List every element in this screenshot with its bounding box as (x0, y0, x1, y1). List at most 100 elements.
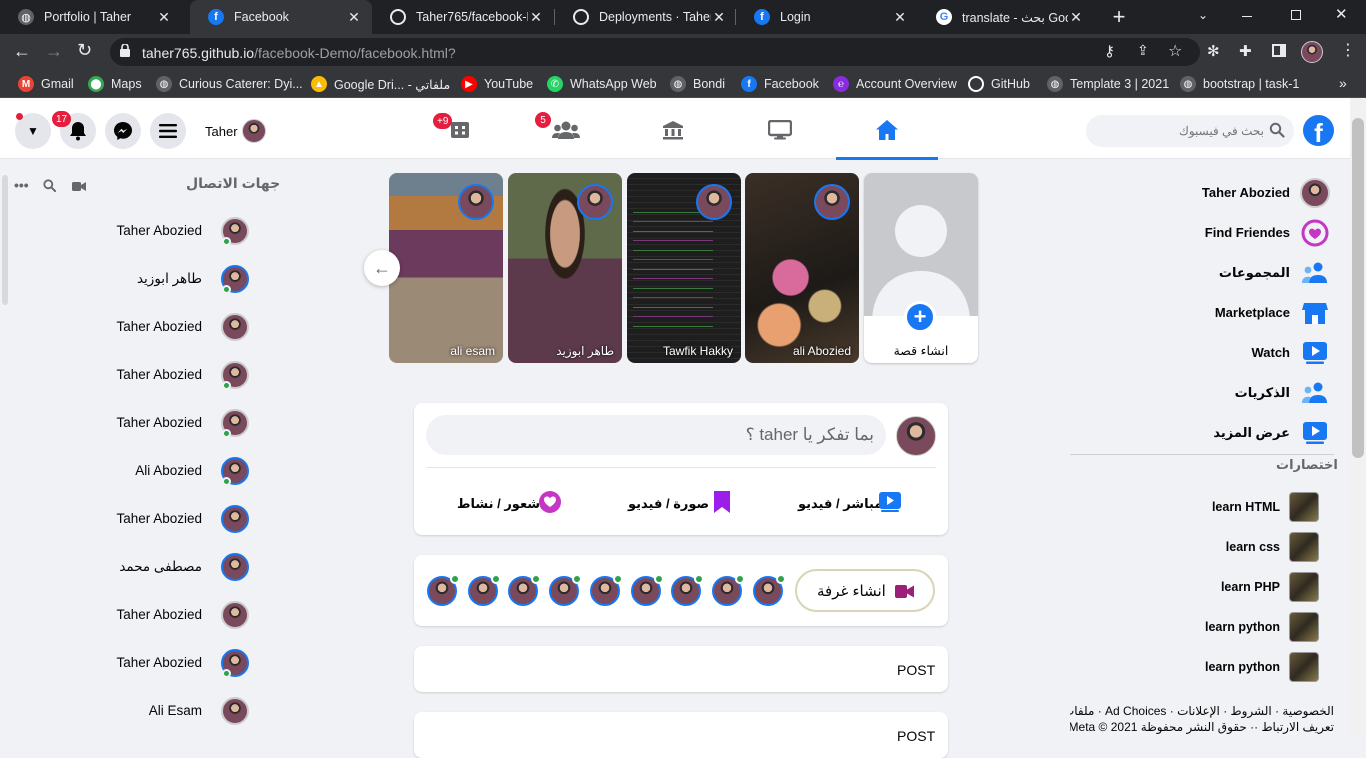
photo-icon[interactable] (710, 490, 734, 514)
create-story-card[interactable]: + انشاء قصة (864, 173, 978, 363)
menu-button[interactable] (150, 113, 186, 149)
close-tab-icon[interactable]: ✕ (156, 9, 172, 26)
restore-button[interactable] (1291, 10, 1301, 20)
browser-tab[interactable]: ◍ Portfolio | Taher ✕ (0, 0, 182, 34)
contact-item[interactable]: Taher Abozied (0, 497, 260, 541)
sidebar-item[interactable]: عرض المزيد (1080, 413, 1340, 453)
contact-item[interactable]: Ali Abozied (0, 449, 260, 493)
sidebar-item[interactable]: الذكريات (1080, 373, 1340, 413)
more-bookmarks-icon[interactable]: » (1339, 75, 1347, 91)
shortcut-item[interactable]: learn PHP (1080, 567, 1340, 607)
browser-tab[interactable]: Taher765/facebook-De✕ (372, 0, 554, 34)
sidebar-item[interactable]: Taher Abozied (1080, 173, 1340, 213)
contact-item[interactable]: طاهر ابوزيد (0, 257, 260, 301)
room-friend-avatar[interactable] (752, 574, 786, 606)
composer-action-label[interactable]: شعور / نشاط (457, 496, 540, 512)
share-icon[interactable]: ⇪ (1137, 42, 1149, 59)
contact-item[interactable]: Taher Abozied (0, 593, 260, 637)
bookmark-item[interactable]: ◍ Template 3 | 2021 (1047, 76, 1169, 92)
lock-icon[interactable] (120, 43, 130, 57)
bookmark-item[interactable]: ▲ Google Dri... - ملفاتي (311, 76, 450, 92)
room-friend-avatar[interactable] (427, 574, 460, 606)
room-friend-avatar[interactable] (711, 574, 745, 606)
more-dots-icon[interactable]: ••• (14, 177, 29, 193)
bookmark-item[interactable]: f Facebook (741, 76, 819, 92)
page-scrollbar-thumb[interactable] (1352, 118, 1364, 458)
url-text[interactable]: taher765.github.io/facebook-Demo/faceboo… (142, 45, 456, 61)
composer-input[interactable]: بما تفكر يا taher ؟ (426, 415, 886, 455)
sidebar-item[interactable]: Marketplace (1080, 293, 1340, 333)
minimize-button[interactable] (1242, 16, 1252, 17)
sidebar-item[interactable]: المجموعات (1080, 253, 1340, 293)
key-icon[interactable]: ⚷ (1104, 42, 1115, 60)
room-friend-avatar[interactable] (467, 574, 501, 606)
shortcut-item[interactable]: learn python (1080, 647, 1340, 687)
bookmark-item[interactable]: ◍ Curious Caterer: Dyi... (156, 76, 303, 92)
bookmark-item[interactable]: M Gmail (18, 76, 74, 92)
room-friend-avatar[interactable] (508, 574, 542, 606)
room-friend-avatar[interactable] (549, 574, 583, 606)
extension-icon[interactable]: ✻ (1207, 42, 1220, 60)
contact-item[interactable]: Taher Abozied (0, 305, 260, 349)
new-tab-button[interactable]: + (1108, 5, 1130, 29)
live-video-icon[interactable] (878, 490, 902, 514)
bookmark-star-icon[interactable]: ☆ (1168, 41, 1182, 61)
back-arrow-icon[interactable]: ← (13, 41, 31, 62)
browser-tab[interactable]: f Login ✕ (736, 0, 918, 34)
bookmark-item[interactable]: ▶ YouTube (461, 76, 533, 92)
close-tab-icon[interactable]: ✕ (1068, 9, 1084, 26)
forward-arrow-icon[interactable]: → (45, 41, 63, 62)
puzzle-icon[interactable]: ✚ (1239, 42, 1252, 60)
profile-avatar[interactable] (1301, 41, 1323, 63)
add-story-plus-icon[interactable]: + (904, 301, 936, 333)
bookmark-item[interactable]: ◍ Bondi (670, 76, 725, 92)
contacts-search-icon[interactable] (43, 179, 57, 193)
close-window-button[interactable]: ✕ (1335, 5, 1348, 23)
close-tab-icon[interactable]: ✕ (346, 9, 362, 26)
shortcut-item[interactable]: learn python (1080, 607, 1340, 647)
nav-watch[interactable] (760, 112, 800, 148)
browser-tab[interactable]: Deployments · Taher7t✕ (555, 0, 737, 34)
nav-groups[interactable] (546, 112, 586, 148)
header-user-avatar[interactable] (242, 119, 266, 143)
feeling-icon[interactable] (538, 490, 562, 514)
contact-item[interactable]: Taher Abozied (0, 209, 260, 253)
bookmark-item[interactable]: ◍ bootstrap | task-1 (1180, 76, 1299, 92)
bookmark-item[interactable]: ℮ Account Overview (833, 76, 957, 92)
story-card[interactable]: ali esam (389, 173, 503, 363)
bookmark-item[interactable]: GitHub (968, 76, 1030, 92)
contact-item[interactable]: Taher Abozied (0, 401, 260, 445)
contact-item[interactable]: مصطفى محمد (0, 545, 260, 589)
story-card[interactable]: ali Abozied (745, 173, 859, 363)
sidebar-item[interactable]: Find Friendes (1080, 213, 1340, 253)
nav-marketplace[interactable] (653, 112, 693, 148)
story-card[interactable]: طاهر ابوزيد (508, 173, 622, 363)
room-friend-avatar[interactable] (671, 574, 705, 606)
bookmark-item[interactable]: ✆ WhatsApp Web (547, 76, 657, 92)
room-friend-avatar[interactable] (630, 574, 664, 606)
composer-action-label[interactable]: مباشر / فيديو (798, 496, 882, 512)
shortcut-item[interactable]: learn HTML (1080, 487, 1340, 527)
stories-scroll-left-button[interactable]: ← (364, 250, 400, 286)
contact-item[interactable]: Ali Esam (0, 689, 260, 733)
close-tab-icon[interactable]: ✕ (892, 9, 908, 26)
room-friend-avatar[interactable] (589, 574, 623, 606)
story-card[interactable]: Tawfik Hakky (627, 173, 741, 363)
facebook-logo-icon[interactable]: f (1303, 115, 1334, 146)
header-user-name[interactable]: Taher (205, 124, 238, 139)
composer-avatar[interactable] (896, 416, 936, 456)
composer-action-label[interactable]: صورة / فيديو (628, 496, 709, 512)
contact-item[interactable]: Taher Abozied (0, 641, 260, 685)
search-input[interactable] (1100, 119, 1264, 143)
reload-icon[interactable]: ↻ (77, 40, 92, 61)
footer-links[interactable]: الخصوصية · الشروط · الإعلانات · Ad Choic… (1070, 704, 1334, 718)
contact-item[interactable]: Taher Abozied (0, 353, 260, 397)
side-panel-icon[interactable] (1272, 44, 1286, 57)
bookmark-item[interactable]: ⬤ Maps (88, 76, 142, 92)
browser-tab[interactable]: Gtranslate - بحث Googl✕ (918, 0, 1094, 34)
tab-search-icon[interactable]: ⌄ (1198, 8, 1212, 22)
menu-dots-icon[interactable]: ⋮ (1340, 40, 1356, 60)
messenger-button[interactable] (105, 113, 141, 149)
browser-tab[interactable]: f Facebook ✕ (190, 0, 372, 34)
shortcut-item[interactable]: learn css (1080, 527, 1340, 567)
